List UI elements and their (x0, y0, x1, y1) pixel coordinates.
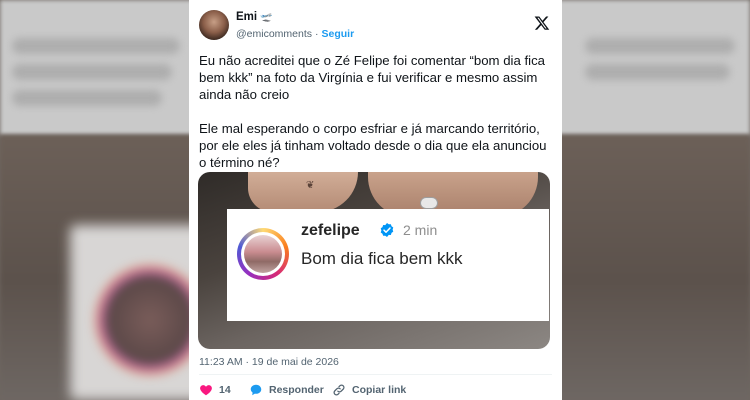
author-handle-row: @emicomments · Seguir (236, 28, 354, 40)
tweet-image[interactable]: ❦ zefelipe 2 min Bom dia fica bem kkk (198, 172, 550, 349)
tweet-timestamp[interactable]: 11:23 AM · 19 de mai de 2026 (199, 356, 339, 368)
copy-link-label: Copiar link (352, 384, 407, 396)
heart-icon (200, 385, 212, 396)
speech-bubble-icon (250, 384, 262, 396)
follow-button[interactable]: Seguir (322, 28, 355, 40)
tweet-card: Emi 🛫 @emicomments · Seguir Eu não acredite… (189, 0, 562, 400)
photo-hand-left (248, 172, 358, 212)
link-icon (333, 384, 345, 396)
instagram-avatar-border (241, 232, 285, 276)
like-count: 14 (219, 384, 231, 396)
instagram-comment-card: zefelipe 2 min Bom dia fica bem kkk (227, 209, 549, 321)
verified-badge-icon (380, 223, 394, 237)
divider (199, 374, 552, 375)
tweet-text: Eu não acreditei que o Zé Felipe foi com… (199, 53, 547, 170)
reply-button[interactable]: Responder (249, 381, 324, 399)
photo-ring (420, 197, 438, 209)
airplane-emoji-icon: 🛫 (260, 12, 273, 23)
background-text-line (12, 90, 162, 106)
instagram-comment-time: 2 min (403, 222, 438, 238)
background-text-line (12, 38, 180, 54)
instagram-avatar-ring (237, 228, 289, 280)
background-text-line (12, 64, 172, 80)
instagram-username: zefelipe (301, 222, 360, 239)
author-handle[interactable]: @emicomments (236, 28, 312, 40)
background-text-line (585, 64, 730, 80)
reply-label: Responder (269, 384, 324, 396)
background-text-line (585, 38, 735, 54)
like-button[interactable]: 14 (199, 381, 231, 399)
instagram-avatar (244, 235, 282, 273)
author-name-text: Emi (236, 11, 258, 23)
copy-link-button[interactable]: Copiar link (332, 381, 406, 399)
instagram-comment-text: Bom dia fica bem kkk (301, 249, 463, 268)
tweet-actions: 14 Responder Copiar link (199, 381, 554, 399)
tattoo-icon: ❦ (306, 180, 315, 191)
author-avatar[interactable] (199, 10, 229, 40)
tweet-header: Emi 🛫 @emicomments · Seguir (199, 8, 554, 44)
author-name[interactable]: Emi 🛫 (236, 11, 273, 23)
x-logo-icon[interactable] (534, 15, 550, 31)
separator-dot: · (315, 28, 319, 40)
